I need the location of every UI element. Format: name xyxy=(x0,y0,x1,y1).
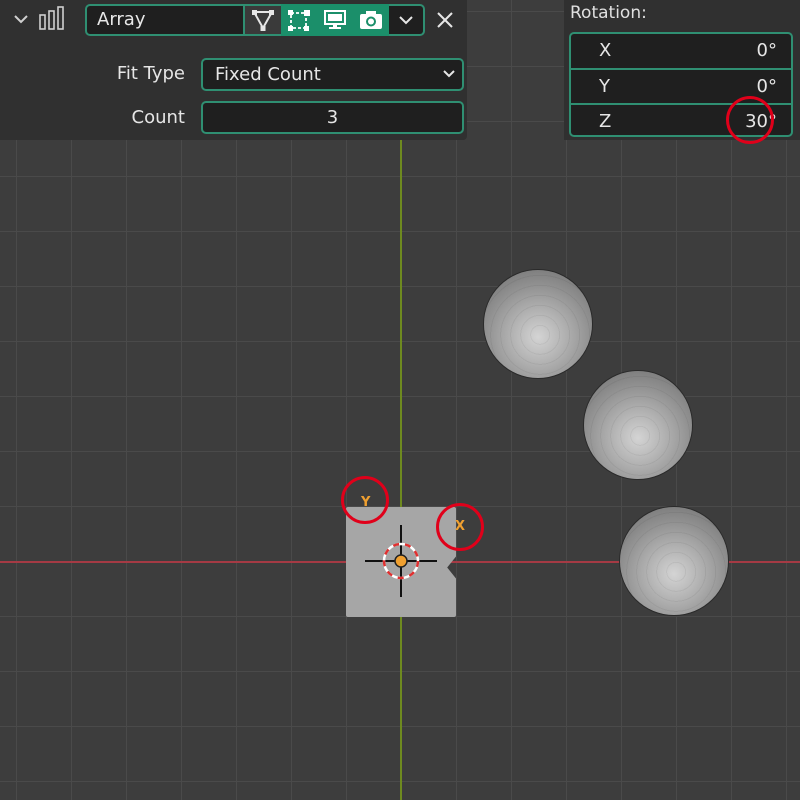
rotation-y-value: 0° xyxy=(756,76,777,97)
sphere-object-1[interactable] xyxy=(484,270,592,378)
modifier-panel: Array Fit Type Fixed Count Count 3 xyxy=(0,0,467,140)
render-camera-icon[interactable] xyxy=(353,4,389,36)
sphere-object-3[interactable] xyxy=(620,507,728,615)
highlight-ring-x xyxy=(436,503,484,551)
rotation-x-label: X xyxy=(599,40,612,61)
array-modifier-icon xyxy=(38,6,68,32)
realtime-display-icon[interactable] xyxy=(317,4,353,36)
sphere-object-2[interactable] xyxy=(584,371,692,479)
highlight-ring-y xyxy=(341,476,389,524)
rotation-title: Rotation: xyxy=(570,3,647,23)
count-label: Count xyxy=(131,107,185,128)
rotation-x-value: 0° xyxy=(756,40,777,61)
fit-type-value: Fixed Count xyxy=(215,64,321,85)
3d-cursor-icon xyxy=(365,525,437,597)
rotation-y-label: Y xyxy=(599,76,610,97)
fit-type-select[interactable]: Fixed Count xyxy=(201,58,464,91)
fit-type-label: Fit Type xyxy=(116,63,185,84)
rotation-z-label: Z xyxy=(599,111,612,132)
count-field[interactable]: 3 xyxy=(201,101,464,134)
rotation-panel: Rotation: X 0° Y 0° Z 30° xyxy=(564,0,800,144)
on-cage-icon[interactable] xyxy=(281,4,317,36)
edit-mode-icon[interactable] xyxy=(245,4,281,36)
highlight-ring-z xyxy=(726,96,774,144)
chevron-down-icon xyxy=(443,70,455,78)
chevron-down-icon[interactable] xyxy=(10,8,32,30)
dropdown-arrow-icon[interactable] xyxy=(389,4,425,36)
rotation-x-field[interactable]: X 0° xyxy=(571,34,791,68)
modifier-name-field[interactable]: Array xyxy=(85,4,245,36)
close-icon[interactable] xyxy=(431,6,459,34)
